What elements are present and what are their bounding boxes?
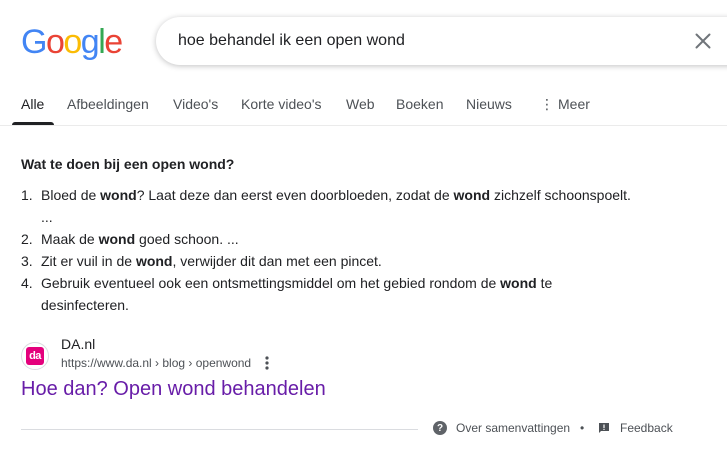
list-item: 1. Bloed de wond? Laat deze dan eerst ev… — [21, 184, 661, 228]
list-item-text: te — [536, 275, 553, 291]
active-tab-indicator — [12, 122, 54, 125]
list-item-continuation: ... — [41, 209, 53, 225]
logo-letter-o1: o — [45, 23, 65, 61]
footer-separator: • — [580, 421, 585, 435]
google-results-page: Google Alle Afbeeldingen Video's Korte v… — [0, 0, 727, 461]
about-summaries-link[interactable]: ? Over samenvattingen — [433, 421, 570, 435]
list-item-text: Gebruik eventueel ook een ontsmettingsmi… — [41, 275, 501, 291]
result-url[interactable]: https://www.da.nl › blog › openwond — [61, 356, 251, 370]
list-item-number: 4. — [21, 275, 33, 291]
list-item-keyword: wond — [500, 275, 537, 291]
da-logo-icon: da — [26, 347, 44, 365]
list-item-keyword: wond — [135, 253, 173, 269]
divider — [21, 429, 418, 430]
tab-korte-videos[interactable]: Korte video's — [241, 96, 322, 112]
logo-letter-e: e — [104, 23, 123, 61]
clear-search-button[interactable] — [691, 29, 715, 53]
site-favicon[interactable]: da — [21, 342, 49, 370]
tab-meer-label: Meer — [558, 96, 590, 112]
tab-web[interactable]: Web — [346, 96, 375, 112]
logo-letter-g2: g — [80, 23, 100, 61]
list-item: 2. Maak de wond goed schoon. ... — [21, 228, 661, 250]
tab-alle[interactable]: Alle — [21, 96, 44, 112]
list-item-keyword: wond — [98, 231, 136, 247]
search-tabs: Alle Afbeeldingen Video's Korte video's … — [0, 84, 727, 126]
list-item-keyword: wond — [100, 187, 137, 203]
search-input[interactable] — [178, 17, 658, 65]
tab-nieuws[interactable]: Nieuws — [466, 96, 512, 112]
about-summaries-label: Over samenvattingen — [456, 421, 571, 435]
list-item-number: 1. — [21, 187, 33, 203]
tab-boeken[interactable]: Boeken — [396, 96, 443, 112]
search-box — [156, 17, 727, 65]
list-item-continuation: desinfecteren. — [41, 297, 129, 313]
list-item-text: goed schoon. ... — [135, 231, 239, 247]
logo-letter-g1: G — [21, 23, 47, 61]
list-item-text: zichzelf schoonspoelt. — [490, 187, 631, 203]
list-item-number: 2. — [21, 231, 33, 247]
list-item-number: 3. — [21, 253, 33, 269]
list-item-text: Zit er vuil in de — [41, 253, 136, 269]
feedback-label: Feedback — [620, 421, 673, 435]
list-item-keyword: wond — [453, 187, 491, 203]
snippet-heading: Wat te doen bij een open wond? — [21, 156, 235, 172]
close-icon — [695, 33, 711, 49]
result-options-button[interactable] — [262, 355, 272, 371]
more-vert-icon: ⋮ — [540, 96, 554, 112]
result-title-link[interactable]: Hoe dan? Open wond behandelen — [21, 378, 326, 401]
list-item: 4. Gebruik eventueel ook een ontsmetting… — [21, 272, 661, 316]
logo-letter-o2: o — [63, 23, 82, 61]
more-vert-icon — [265, 356, 269, 370]
list-item-text: Bloed de — [41, 187, 101, 203]
google-logo[interactable]: Google — [21, 23, 123, 62]
tab-meer[interactable]: ⋮ Meer — [540, 96, 590, 113]
tab-videos[interactable]: Video's — [173, 96, 218, 112]
feedback-icon — [599, 423, 609, 433]
help-icon: ? — [433, 421, 447, 435]
list-item: 3. Zit er vuil in de wond, verwijder dit… — [21, 250, 661, 272]
feedback-link[interactable]: Feedback — [598, 421, 673, 435]
result-site-name[interactable]: DA.nl — [61, 336, 95, 352]
list-item-text: Maak de — [41, 231, 99, 247]
snippet-list: 1. Bloed de wond? Laat deze dan eerst ev… — [21, 184, 661, 316]
list-item-text: , verwijder dit dan met een pincet. — [172, 253, 382, 269]
tab-afbeeldingen[interactable]: Afbeeldingen — [67, 96, 149, 112]
list-item-text: ? Laat deze dan eerst even doorbloeden, … — [136, 187, 454, 203]
